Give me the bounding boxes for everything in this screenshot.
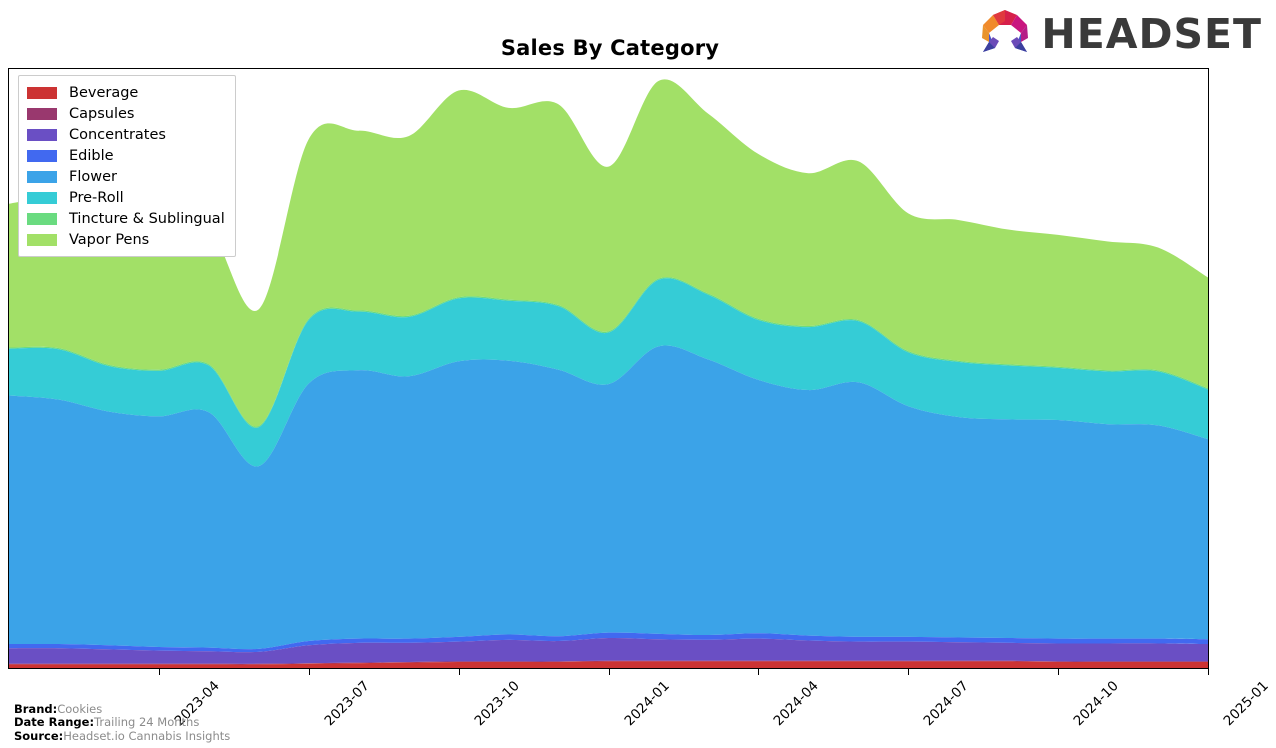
footer-date-range-row: Date Range:Trailing 24 Months <box>14 715 230 730</box>
legend-swatch-icon <box>27 233 57 246</box>
legend-swatch-icon <box>27 128 57 141</box>
x-tick-label: 2023-07 <box>321 678 373 730</box>
headset-logo: HEADSET <box>977 8 1262 60</box>
legend-item-label: Flower <box>69 168 117 185</box>
x-tick-label: 2024-01 <box>621 678 673 730</box>
legend-item-label: Tincture & Sublingual <box>69 210 225 227</box>
footer-brand-value: Cookies <box>57 701 103 716</box>
footer-source-key: Source: <box>14 728 64 743</box>
legend-swatch-icon <box>27 86 57 99</box>
legend-item[interactable]: Pre-Roll <box>27 187 225 208</box>
footer-brand-row: Brand:Cookies <box>14 701 230 717</box>
chart-plot-area: Beverage Capsules Concentrates Edible Flower… <box>8 68 1209 669</box>
footer-source-row: Source:Headset.io Cannabis Insights <box>14 728 231 744</box>
x-tick-label: 2024-07 <box>920 678 972 730</box>
legend-item-label: Beverage <box>69 84 139 101</box>
x-tick-label: 2024-10 <box>1070 678 1122 730</box>
chart-legend: Beverage Capsules Concentrates Edible Flower… <box>18 75 236 257</box>
x-tick-label: 2023-10 <box>471 678 523 730</box>
x-tick-mark <box>1208 669 1209 675</box>
legend-item-label: Edible <box>69 147 114 164</box>
footer-source-value: Headset.io Cannabis Insights <box>63 728 231 743</box>
headset-arch-logo-icon <box>977 8 1033 60</box>
legend-item[interactable]: Flower <box>27 166 225 187</box>
x-tick-mark <box>608 669 610 675</box>
legend-item[interactable]: Capsules <box>27 103 225 124</box>
x-tick-label: 2024-04 <box>770 678 823 730</box>
legend-item-label: Pre-Roll <box>69 189 124 206</box>
legend-swatch-icon <box>27 212 57 225</box>
x-tick-mark <box>308 669 310 675</box>
legend-item[interactable]: Vapor Pens <box>27 229 225 250</box>
legend-item[interactable]: Tincture & Sublingual <box>27 208 225 229</box>
legend-item-label: Vapor Pens <box>69 231 150 248</box>
legend-item[interactable]: Edible <box>27 145 225 166</box>
legend-swatch-icon <box>27 149 57 162</box>
legend-swatch-icon <box>27 107 57 120</box>
x-tick-mark <box>758 669 760 675</box>
legend-swatch-icon <box>27 191 57 204</box>
legend-item[interactable]: Concentrates <box>27 124 225 145</box>
x-tick-mark <box>158 669 160 675</box>
footer-date-range-key: Date Range: <box>14 715 95 729</box>
footer-brand-key: Brand: <box>14 701 58 716</box>
x-tick-mark <box>908 669 910 675</box>
x-tick-mark <box>458 669 460 675</box>
footer-date-range-value: Trailing 24 Months <box>94 715 200 729</box>
legend-item-label: Concentrates <box>69 126 166 143</box>
x-tick-mark <box>1058 669 1060 675</box>
x-tick-label: 2025-01 <box>1220 678 1272 730</box>
chart-footer: Brand:Cookies Date Range:Trailing 24 Mon… <box>14 701 231 744</box>
legend-item-label: Capsules <box>69 105 135 122</box>
legend-swatch-icon <box>27 170 57 183</box>
headset-wordmark: HEADSET <box>1041 9 1262 58</box>
legend-item[interactable]: Beverage <box>27 82 225 103</box>
